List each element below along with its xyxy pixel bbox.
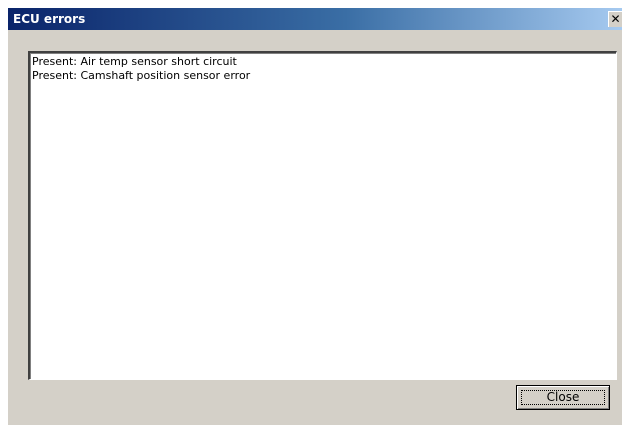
title-bar[interactable]: ECU errors ✕	[8, 8, 622, 30]
window-title: ECU errors	[13, 12, 86, 26]
error-list[interactable]: Present: Air temp sensor short circuit P…	[28, 51, 617, 380]
ecu-errors-dialog: ECU errors ✕ Present: Air temp sensor sh…	[8, 8, 622, 425]
close-button[interactable]: Close	[516, 385, 610, 410]
list-item[interactable]: Present: Air temp sensor short circuit	[32, 55, 616, 69]
close-icon[interactable]: ✕	[608, 11, 622, 27]
list-item[interactable]: Present: Camshaft position sensor error	[32, 69, 616, 83]
close-button-label: Close	[521, 390, 605, 405]
